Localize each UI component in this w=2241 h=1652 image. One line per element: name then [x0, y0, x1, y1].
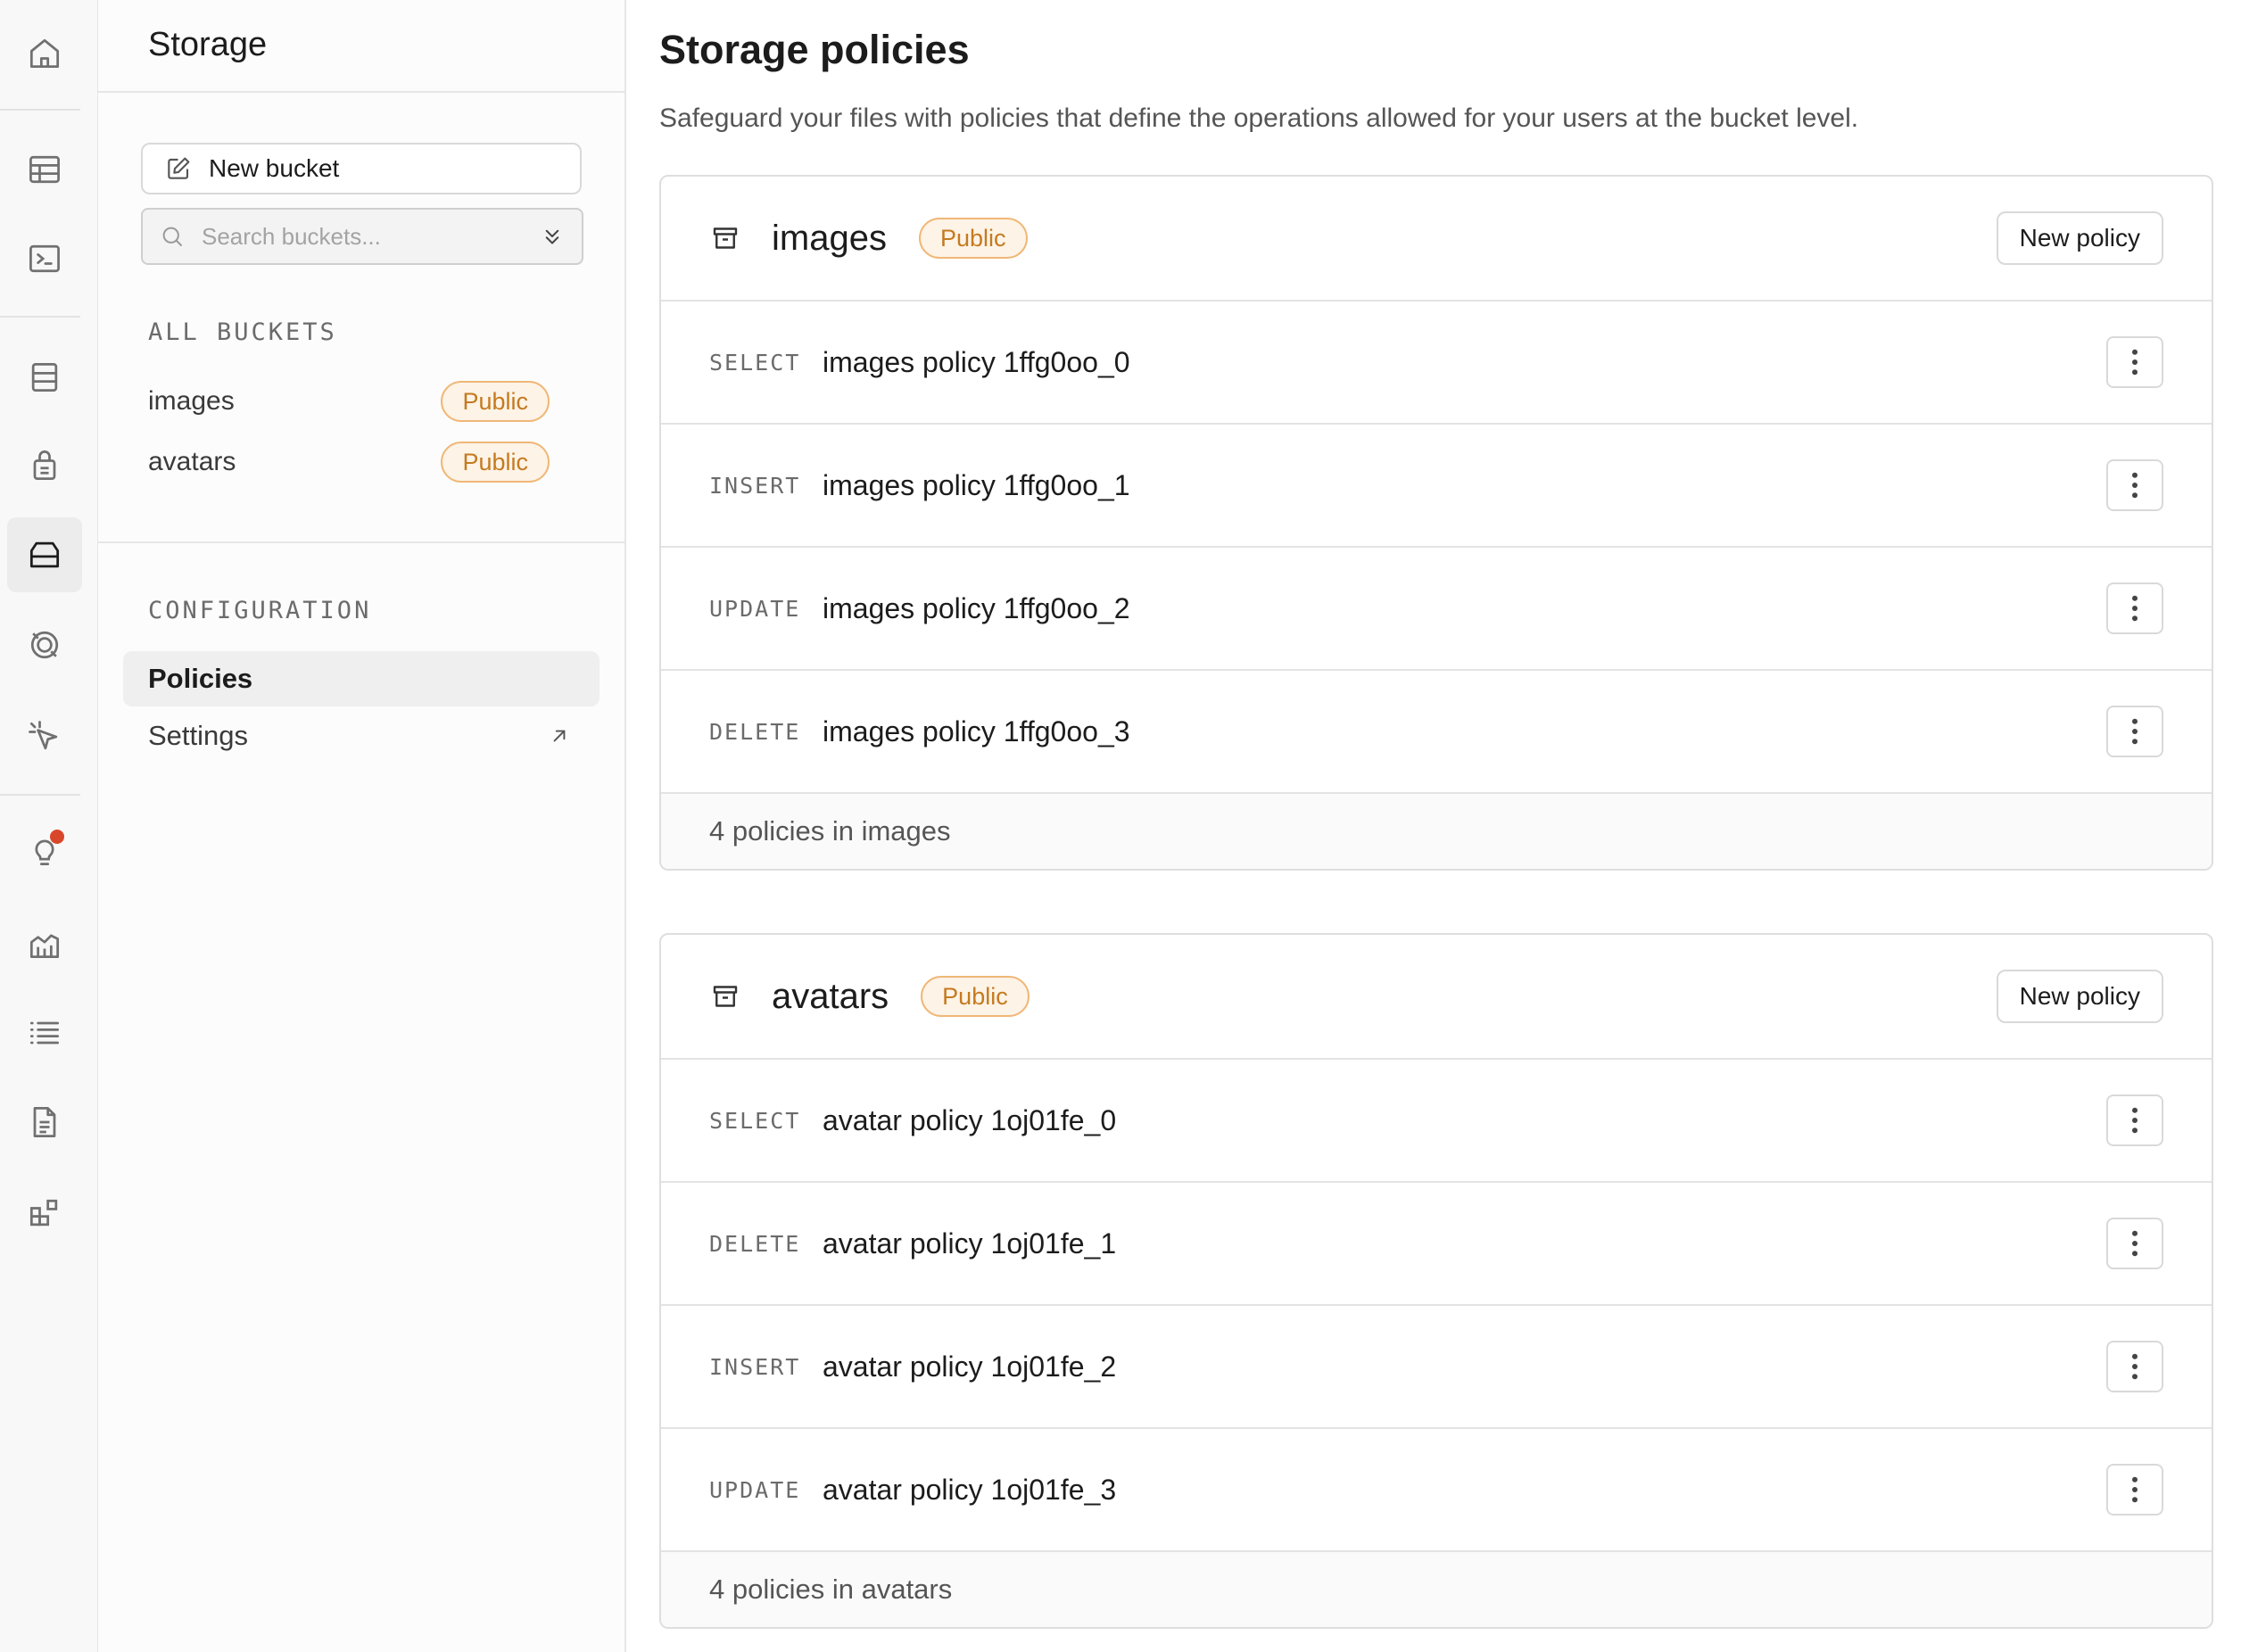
database-icon[interactable]	[7, 340, 82, 415]
bucket-name: images	[148, 386, 235, 416]
bucket-card-header: images Public New policy	[661, 177, 2212, 301]
logs-icon[interactable]	[7, 995, 82, 1070]
policy-row[interactable]: INSERT avatar policy 1oj01fe_2	[661, 1306, 2212, 1429]
public-badge: Public	[441, 442, 550, 483]
storage-sidebar: Storage New bucket ALL BUCKETS images Pu…	[98, 0, 626, 1652]
page-title: Storage policies	[659, 27, 970, 72]
policy-name: images policy 1ffg0oo_0	[823, 345, 1130, 378]
policy-count: 4 policies in avatars	[661, 1552, 2212, 1627]
more-vertical-icon	[2132, 1230, 2138, 1257]
policy-name: images policy 1ffg0oo_3	[823, 714, 1130, 748]
sidebar-bucket-images[interactable]: images Public	[148, 376, 550, 426]
bucket-title: avatars	[772, 976, 889, 1016]
policy-name: avatar policy 1oj01fe_3	[823, 1473, 1117, 1506]
chevrons-down-icon[interactable]	[539, 223, 566, 250]
more-options-button[interactable]	[2106, 1094, 2163, 1146]
new-policy-button[interactable]: New policy	[1996, 211, 2163, 265]
page-subtitle: Safeguard your files with policies that …	[659, 103, 1859, 133]
realtime-icon[interactable]	[7, 699, 82, 774]
configuration-heading: CONFIGURATION	[148, 597, 372, 624]
policy-command: DELETE	[709, 718, 801, 745]
more-options-button[interactable]	[2106, 336, 2163, 388]
more-options-button[interactable]	[2106, 706, 2163, 757]
search-buckets	[141, 208, 583, 265]
nav-label: Policies	[148, 663, 253, 694]
icon-rail	[0, 0, 99, 1652]
policy-command: INSERT	[709, 472, 801, 499]
public-badge: Public	[921, 976, 1030, 1017]
more-vertical-icon	[2132, 1353, 2138, 1380]
policy-row[interactable]: INSERT images policy 1ffg0oo_1	[661, 425, 2212, 548]
bucket-card-header: avatars Public New policy	[661, 935, 2212, 1060]
api-docs-icon[interactable]	[7, 1085, 82, 1160]
policy-name: avatar policy 1oj01fe_0	[823, 1103, 1117, 1136]
policy-name: images policy 1ffg0oo_2	[823, 591, 1130, 624]
policy-row[interactable]: SELECT avatar policy 1oj01fe_0	[661, 1060, 2212, 1183]
sidebar-item-policies[interactable]: Policies	[123, 651, 600, 706]
edit-icon	[168, 157, 190, 179]
search-input[interactable]	[200, 221, 539, 252]
policy-command: DELETE	[709, 1230, 801, 1257]
rail-divider	[0, 794, 80, 796]
more-options-button[interactable]	[2106, 459, 2163, 511]
policy-name: images policy 1ffg0oo_1	[823, 468, 1130, 501]
rail-divider	[0, 109, 80, 111]
more-vertical-icon	[2132, 718, 2138, 745]
public-badge: Public	[441, 381, 550, 422]
notification-dot	[50, 830, 64, 844]
more-vertical-icon	[2132, 472, 2138, 499]
authentication-icon[interactable]	[7, 428, 82, 503]
more-vertical-icon	[2132, 1476, 2138, 1503]
more-vertical-icon	[2132, 349, 2138, 376]
nav-label: Settings	[148, 720, 249, 751]
external-link-icon	[553, 730, 566, 742]
policy-count: 4 policies in images	[661, 794, 2212, 869]
advisors-icon[interactable]	[7, 814, 82, 888]
bucket-card-avatars: avatars Public New policy SELECT avatar …	[659, 933, 2213, 1629]
home-icon[interactable]	[7, 16, 82, 91]
sidebar-item-settings[interactable]: Settings	[123, 708, 600, 764]
policy-command: UPDATE	[709, 595, 801, 622]
more-vertical-icon	[2132, 1107, 2138, 1134]
more-options-button[interactable]	[2106, 1464, 2163, 1516]
policy-name: avatar policy 1oj01fe_1	[823, 1227, 1117, 1260]
new-bucket-button[interactable]: New bucket	[141, 143, 582, 194]
public-badge: Public	[918, 218, 1028, 259]
bucket-title: images	[772, 218, 887, 258]
more-options-button[interactable]	[2106, 1218, 2163, 1269]
policy-row[interactable]: UPDATE avatar policy 1oj01fe_3	[661, 1429, 2212, 1552]
integrations-icon[interactable]	[7, 1176, 82, 1251]
new-policy-button[interactable]: New policy	[1996, 970, 2163, 1023]
policy-name: avatar policy 1oj01fe_2	[823, 1350, 1117, 1383]
policy-command: SELECT	[709, 1107, 801, 1134]
bucket-card-images: images Public New policy SELECT images p…	[659, 175, 2213, 871]
policy-command: UPDATE	[709, 1476, 801, 1503]
more-vertical-icon	[2132, 595, 2138, 622]
policy-row[interactable]: SELECT images policy 1ffg0oo_0	[661, 301, 2212, 425]
search-icon	[162, 227, 182, 246]
archive-icon	[713, 986, 738, 1007]
sidebar-divider	[98, 91, 624, 93]
edge-functions-icon[interactable]	[7, 607, 82, 682]
more-options-button[interactable]	[2106, 1341, 2163, 1392]
archive-icon	[713, 227, 738, 249]
more-options-button[interactable]	[2106, 582, 2163, 634]
storage-icon[interactable]	[7, 517, 82, 592]
sidebar-title: Storage	[148, 26, 268, 63]
sidebar-divider	[98, 541, 624, 543]
main-content: Storage policies Safeguard your files wi…	[626, 0, 2241, 1652]
policy-command: SELECT	[709, 349, 801, 376]
all-buckets-heading: ALL BUCKETS	[148, 318, 337, 346]
policy-row[interactable]: DELETE avatar policy 1oj01fe_1	[661, 1183, 2212, 1306]
new-bucket-label: New bucket	[209, 154, 340, 182]
bucket-name: avatars	[148, 447, 236, 476]
rail-divider	[0, 316, 80, 318]
policy-row[interactable]: UPDATE images policy 1ffg0oo_2	[661, 548, 2212, 671]
reports-icon[interactable]	[7, 906, 82, 981]
sidebar-bucket-avatars[interactable]: avatars Public	[148, 437, 550, 487]
sql-editor-icon[interactable]	[7, 221, 82, 296]
table-editor-icon[interactable]	[7, 132, 82, 207]
policy-command: INSERT	[709, 1353, 801, 1380]
policy-row[interactable]: DELETE images policy 1ffg0oo_3	[661, 671, 2212, 794]
